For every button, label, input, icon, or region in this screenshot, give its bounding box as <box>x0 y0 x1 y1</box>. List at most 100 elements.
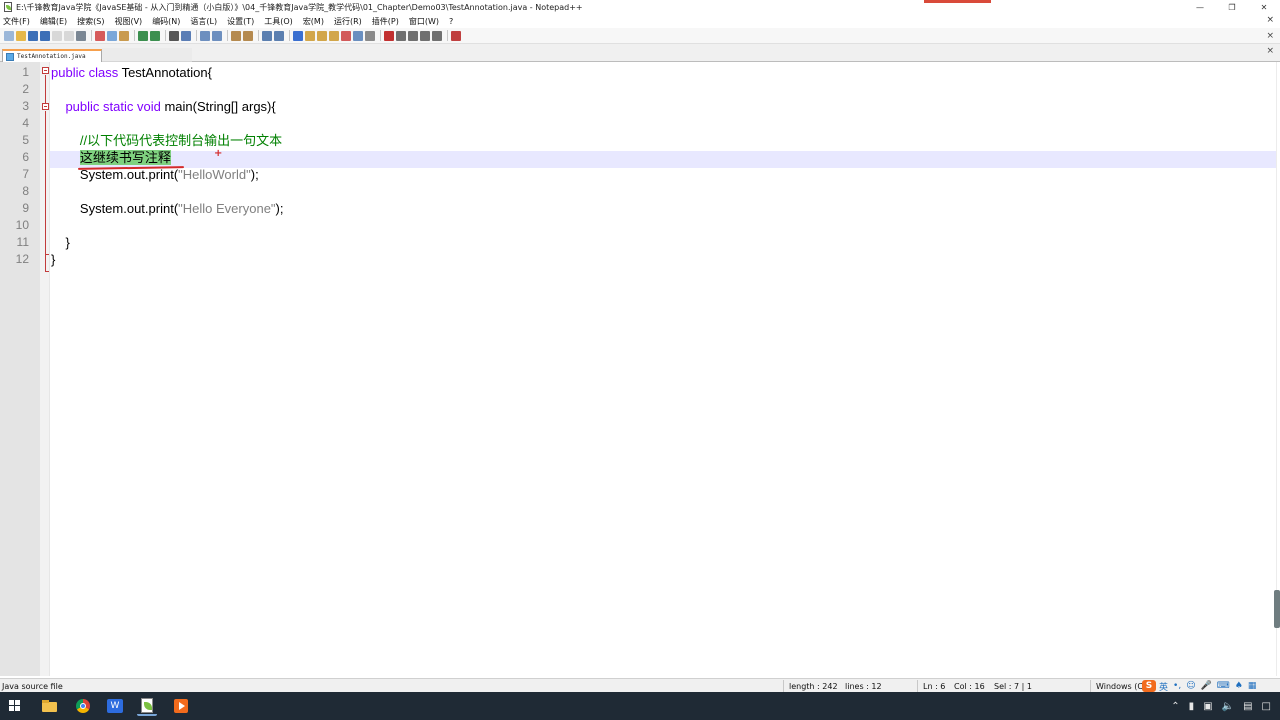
code-token: TestAnnotation{ <box>121 65 212 80</box>
spellcheck-icon[interactable] <box>451 30 461 41</box>
toolbar-separator <box>165 30 166 41</box>
side-panel-handle[interactable] <box>1274 590 1280 628</box>
toolbar-close-button[interactable]: × <box>1266 31 1274 41</box>
maximize-button[interactable]: ❐ <box>1216 0 1248 14</box>
microphone-icon[interactable]: 🎤 <box>1201 681 1212 691</box>
replace-icon[interactable] <box>181 30 191 41</box>
eye-icon[interactable] <box>353 30 363 41</box>
editor[interactable]: public class TestAnnotation{ public stat… <box>0 62 1280 676</box>
chevron-up-icon[interactable]: ⌃ <box>1171 701 1179 712</box>
menu-item[interactable]: ? <box>449 17 453 26</box>
notepad-plus-plus-taskbar-icon[interactable] <box>137 696 157 716</box>
minimize-button[interactable]: — <box>1184 0 1216 14</box>
volume-icon[interactable]: 🔈 <box>1222 701 1234 712</box>
menu-item[interactable]: 窗口(W) <box>409 16 439 27</box>
stop-record-icon[interactable] <box>396 30 406 41</box>
tab-close-button[interactable]: × <box>1266 46 1274 56</box>
wps-office-icon[interactable]: W <box>105 696 125 716</box>
code-line[interactable]: //以下代码代表控制台输出一句文本 <box>51 132 282 149</box>
toolbar-separator <box>91 30 92 41</box>
media-player-icon[interactable] <box>171 696 191 716</box>
sync-horizontal-icon[interactable] <box>243 30 253 41</box>
menu-item[interactable]: 语言(L) <box>190 16 217 27</box>
save-all-icon[interactable] <box>40 30 50 41</box>
code-line[interactable]: System.out.print("Hello Everyone"); <box>51 200 284 217</box>
ime-language-indicator[interactable]: 英 <box>1159 680 1168 693</box>
fold-toggle-class[interactable] <box>42 67 49 74</box>
menu-item[interactable]: 插件(P) <box>372 16 399 27</box>
windows-start-icon[interactable] <box>9 700 21 712</box>
code-token: } <box>51 235 70 250</box>
code-token: public static void <box>65 99 165 114</box>
save-icon[interactable] <box>28 30 38 41</box>
redo-icon[interactable] <box>150 30 160 41</box>
file-explorer-icon[interactable] <box>39 696 59 716</box>
code-line[interactable]: public static void main(String[] args){ <box>51 98 275 115</box>
battery-icon[interactable]: ▮ <box>1189 701 1195 712</box>
monitor-icon[interactable] <box>341 30 351 41</box>
copy-icon[interactable] <box>107 30 117 41</box>
toolbar-separator <box>227 30 228 41</box>
indent-guide-icon[interactable] <box>293 30 303 41</box>
emoji-icon[interactable]: ☺ <box>1186 681 1195 691</box>
menu-item[interactable]: 编码(N) <box>152 16 180 27</box>
code-line[interactable]: public class TestAnnotation{ <box>51 64 212 81</box>
fold-toggle-main[interactable] <box>42 103 49 110</box>
menu-item[interactable]: 工具(O) <box>264 16 293 27</box>
show-all-chars-icon[interactable] <box>274 30 284 41</box>
menu-item[interactable]: 设置(T) <box>227 16 254 27</box>
menu-item[interactable]: 宏(M) <box>303 16 324 27</box>
tab-testannotation[interactable]: TestAnnotation.java <box>2 49 102 62</box>
folder-workspace-icon[interactable] <box>329 30 339 41</box>
doc-map-icon[interactable] <box>305 30 315 41</box>
menu-item[interactable]: 文件(F) <box>3 16 30 27</box>
sync-vertical-icon[interactable] <box>231 30 241 41</box>
record-macro-icon[interactable] <box>384 30 394 41</box>
find-icon[interactable] <box>169 30 179 41</box>
sogou-ime-logo[interactable]: S <box>1142 680 1156 692</box>
undo-icon[interactable] <box>138 30 148 41</box>
menu-item[interactable]: 搜索(S) <box>77 16 104 27</box>
code-line[interactable]: } <box>51 251 55 268</box>
menu-grid-icon[interactable]: ▦ <box>1248 681 1257 691</box>
chrome-icon[interactable] <box>73 696 93 716</box>
zoom-in-icon[interactable] <box>200 30 210 41</box>
new-file-icon[interactable] <box>4 30 14 41</box>
code-token: ); <box>275 201 284 216</box>
keyboard-icon[interactable]: ⌨ <box>1217 681 1230 691</box>
vertical-scrollbar[interactable] <box>1276 62 1280 676</box>
fold-line-main <box>45 111 46 254</box>
word-wrap-icon[interactable] <box>262 30 272 41</box>
menu-item[interactable]: 运行(R) <box>334 16 362 27</box>
monitor-icon[interactable]: ▣ <box>1203 701 1212 712</box>
network-icon[interactable]: ▤ <box>1243 701 1252 712</box>
punctuation-icon[interactable]: •, <box>1173 681 1181 691</box>
code-token: "HelloWorld" <box>178 167 251 182</box>
status-separator <box>1090 680 1091 692</box>
close-icon[interactable] <box>52 30 62 41</box>
preview-icon[interactable] <box>365 30 375 41</box>
function-list-icon[interactable] <box>317 30 327 41</box>
close-button[interactable]: ✕ <box>1248 0 1280 14</box>
window-controls: — ❐ ✕ <box>1184 0 1280 14</box>
zoom-out-icon[interactable] <box>212 30 222 41</box>
close-all-icon[interactable] <box>64 30 74 41</box>
line-number: 10 <box>15 218 29 232</box>
run-multiple-icon[interactable] <box>420 30 430 41</box>
print-icon[interactable] <box>76 30 86 41</box>
saved-file-icon <box>6 52 14 61</box>
menu-close-button[interactable]: × <box>1266 15 1274 25</box>
save-macro-icon[interactable] <box>432 30 442 41</box>
menu-item[interactable]: 视图(V) <box>114 16 142 27</box>
ime-toolbar[interactable]: S 英 •, ☺ 🎤 ⌨ ♠ ▦ <box>1142 679 1280 693</box>
code-line[interactable]: } <box>51 234 70 251</box>
play-macro-icon[interactable] <box>408 30 418 41</box>
code-token: ); <box>250 167 259 182</box>
menu-item[interactable]: 编辑(E) <box>40 16 67 27</box>
paste-icon[interactable] <box>119 30 129 41</box>
open-file-icon[interactable] <box>16 30 26 41</box>
notification-icon[interactable]: □ <box>1262 701 1271 712</box>
code-line[interactable]: 这继续书写注释 <box>51 149 171 166</box>
cut-icon[interactable] <box>95 30 105 41</box>
skin-icon[interactable]: ♠ <box>1235 681 1243 691</box>
